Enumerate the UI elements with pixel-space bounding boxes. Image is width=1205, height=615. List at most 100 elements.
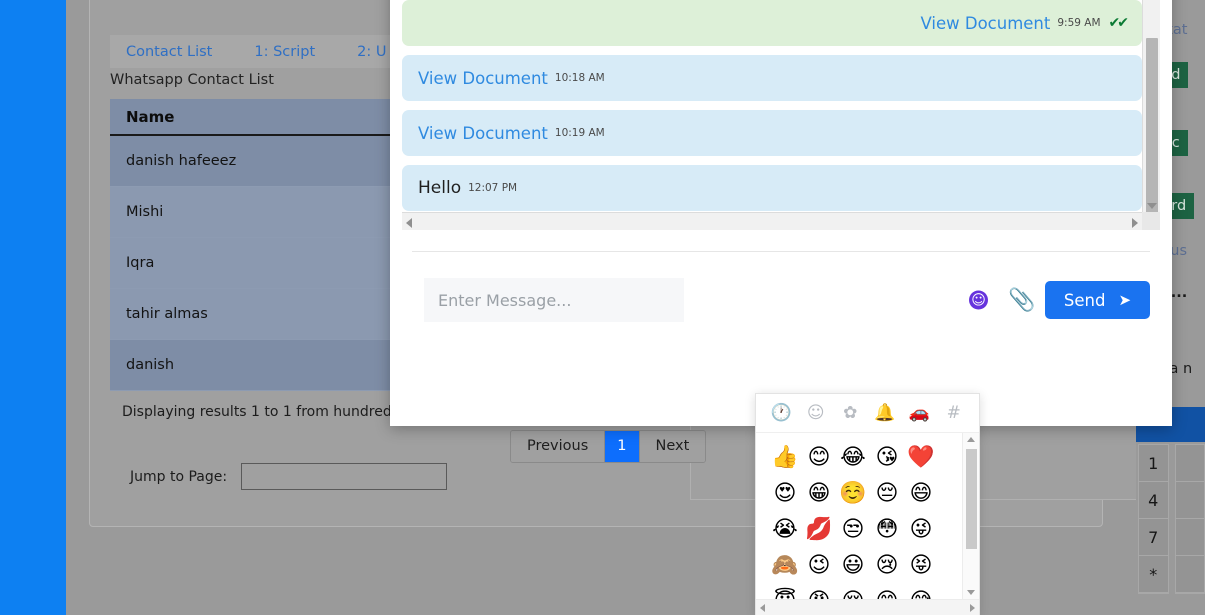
- scrollbar-thumb[interactable]: [1146, 38, 1158, 220]
- message-time: 9:59 AM: [1057, 17, 1100, 29]
- message-time: 12:07 PM: [468, 182, 517, 194]
- emoji-cell[interactable]: 😂: [836, 440, 870, 476]
- emoji-cell[interactable]: 😌: [836, 584, 870, 599]
- message-text: Hello: [418, 178, 461, 198]
- chevron-left-icon[interactable]: [406, 218, 412, 228]
- emoji-cell[interactable]: 😉: [802, 548, 836, 584]
- chat-bubble-outgoing[interactable]: View Document 9:59 AM ✔✔: [402, 0, 1142, 46]
- recent-clock-icon[interactable]: 🕐: [769, 401, 793, 425]
- send-button[interactable]: Send ➤: [1045, 281, 1150, 319]
- cell-name: Mishi: [126, 204, 163, 220]
- emoji-grid-wrapper: 👍😊😂😘❤️ 😍😁☺️😔😄 😭💋😒😳😜 🙈😉😃😢😝 😇😡😌😋😅: [756, 433, 979, 615]
- chat-bubble-incoming[interactable]: Hello 12:07 PM: [402, 165, 1142, 211]
- emoji-cell[interactable]: 😡: [802, 584, 836, 599]
- emoji-cell[interactable]: 😃: [836, 548, 870, 584]
- emoji-cell[interactable]: 😜: [904, 512, 938, 548]
- view-document-link[interactable]: View Document: [920, 14, 1050, 33]
- emoji-cell[interactable]: ❤️: [904, 440, 938, 476]
- view-document-link[interactable]: View Document: [418, 69, 548, 88]
- emoji-cell[interactable]: 😢: [870, 548, 904, 584]
- emoji-cell[interactable]: 💋: [802, 512, 836, 548]
- emoji-vertical-scrollbar[interactable]: [962, 433, 979, 599]
- tab-contact-list[interactable]: Contact List: [126, 44, 212, 60]
- chat-message-list: View Document 9:59 AM ✔✔ View Document 1…: [402, 0, 1160, 230]
- emoji-picker: 🕐 ☺ ✿ 🔔 🚗 # 👍😊😂😘❤️ 😍😁☺️😔😄 😭💋😒😳😜 🙈😉😃😢😝 😇😡😌😋😅: [755, 393, 980, 615]
- car-icon[interactable]: 🚗: [907, 401, 931, 425]
- numeric-keypad: 1 4 7 *: [1138, 444, 1205, 594]
- cell-name: danish: [126, 357, 174, 373]
- keypad-key-2[interactable]: [1176, 445, 1205, 482]
- chevron-down-icon[interactable]: [1147, 203, 1157, 209]
- emoji-grid[interactable]: 👍😊😂😘❤️ 😍😁☺️😔😄 😭💋😒😳😜 🙈😉😃😢😝 😇😡😌😋😅: [756, 433, 962, 599]
- emoji-cell[interactable]: 😳: [870, 512, 904, 548]
- send-arrow-icon: ➤: [1118, 291, 1131, 309]
- chevron-down-icon[interactable]: [967, 590, 975, 595]
- column-header-name: Name: [126, 108, 174, 126]
- message-composer: ☺ 📎 Send ➤: [424, 278, 1150, 322]
- pagination-previous-button[interactable]: Previous: [511, 431, 604, 462]
- chat-scroll-area[interactable]: View Document 9:59 AM ✔✔ View Document 1…: [402, 0, 1142, 212]
- emoji-cell[interactable]: 😝: [904, 548, 938, 584]
- emoji-cell[interactable]: 😒: [836, 512, 870, 548]
- emoji-cell[interactable]: 😄: [904, 476, 938, 512]
- page-title: Whatsapp Contact List: [110, 72, 274, 88]
- emoji-cell[interactable]: 😇: [768, 584, 802, 599]
- chevron-up-icon[interactable]: [967, 437, 975, 442]
- cell-name: Iqra: [126, 255, 154, 271]
- pagination: Previous 1 Next: [510, 430, 706, 463]
- screen-root: Contact List 1: Script 2: U Whatsapp Con…: [0, 0, 1205, 615]
- pagination-next-button[interactable]: Next: [639, 431, 706, 462]
- tab-upload[interactable]: 2: U: [357, 44, 386, 60]
- keypad-key-star[interactable]: *: [1139, 556, 1168, 593]
- message-time: 10:18 AM: [555, 72, 605, 84]
- message-input[interactable]: [424, 278, 684, 322]
- emoji-category-tabs: 🕐 ☺ ✿ 🔔 🚗 #: [756, 394, 979, 433]
- keypad-key-5[interactable]: [1176, 482, 1205, 519]
- hash-icon[interactable]: #: [942, 401, 966, 425]
- chat-vertical-scrollbar[interactable]: [1142, 0, 1160, 212]
- emoji-cell[interactable]: 🙈: [768, 548, 802, 584]
- chat-bubble-incoming[interactable]: View Document 10:18 AM: [402, 55, 1142, 101]
- flower-icon[interactable]: ✿: [838, 401, 862, 425]
- emoji-cell[interactable]: 😔: [870, 476, 904, 512]
- results-summary: Displaying results 1 to 1 from hundreds: [122, 404, 399, 420]
- pagination-page-1-button[interactable]: 1: [604, 431, 638, 462]
- emoji-cell[interactable]: 😭: [768, 512, 802, 548]
- emoji-cell[interactable]: 😅: [904, 584, 938, 599]
- emoji-picker-toggle-icon[interactable]: ☺: [969, 291, 988, 310]
- emoji-cell[interactable]: 😊: [802, 440, 836, 476]
- chat-modal: View Document 9:59 AM ✔✔ View Document 1…: [390, 0, 1172, 426]
- scrollbar-thumb[interactable]: [966, 449, 977, 549]
- emoji-horizontal-scrollbar[interactable]: [756, 599, 979, 615]
- chevron-right-icon[interactable]: [970, 604, 975, 612]
- chevron-left-icon[interactable]: [760, 604, 765, 612]
- chevron-right-icon[interactable]: [1132, 218, 1138, 228]
- jump-to-page-input[interactable]: [241, 463, 447, 490]
- keypad-key-1[interactable]: 1: [1139, 445, 1168, 482]
- chat-bubble-incoming[interactable]: View Document 10:19 AM: [402, 110, 1142, 156]
- scrollbar-corner: [1142, 212, 1160, 230]
- emoji-cell[interactable]: 😋: [870, 584, 904, 599]
- view-document-link[interactable]: View Document: [418, 124, 548, 143]
- smileys-icon[interactable]: ☺: [804, 401, 828, 425]
- left-nav-sidebar[interactable]: [0, 0, 66, 615]
- emoji-cell[interactable]: 😁: [802, 476, 836, 512]
- message-input-wrapper: ☺: [424, 278, 999, 322]
- jump-to-page-row: Jump to Page:: [130, 463, 447, 490]
- emoji-cell[interactable]: ☺️: [836, 476, 870, 512]
- bell-icon[interactable]: 🔔: [873, 401, 897, 425]
- cell-name: tahir almas: [126, 306, 208, 322]
- keypad-key-4[interactable]: 4: [1139, 482, 1168, 519]
- attachment-icon[interactable]: 📎: [999, 278, 1045, 322]
- tab-script[interactable]: 1: Script: [254, 44, 315, 60]
- keypad-key-8[interactable]: [1176, 519, 1205, 556]
- keypad-key-0[interactable]: [1176, 556, 1205, 593]
- emoji-cell[interactable]: 😍: [768, 476, 802, 512]
- send-button-label: Send: [1064, 291, 1106, 310]
- keypad-key-7[interactable]: 7: [1139, 519, 1168, 556]
- emoji-cell[interactable]: 😘: [870, 440, 904, 476]
- chat-horizontal-scrollbar[interactable]: [402, 212, 1142, 230]
- emoji-cell[interactable]: 👍: [768, 440, 802, 476]
- tab-bar: Contact List 1: Script 2: U: [110, 35, 403, 68]
- cell-name: danish hafeeez: [126, 153, 236, 169]
